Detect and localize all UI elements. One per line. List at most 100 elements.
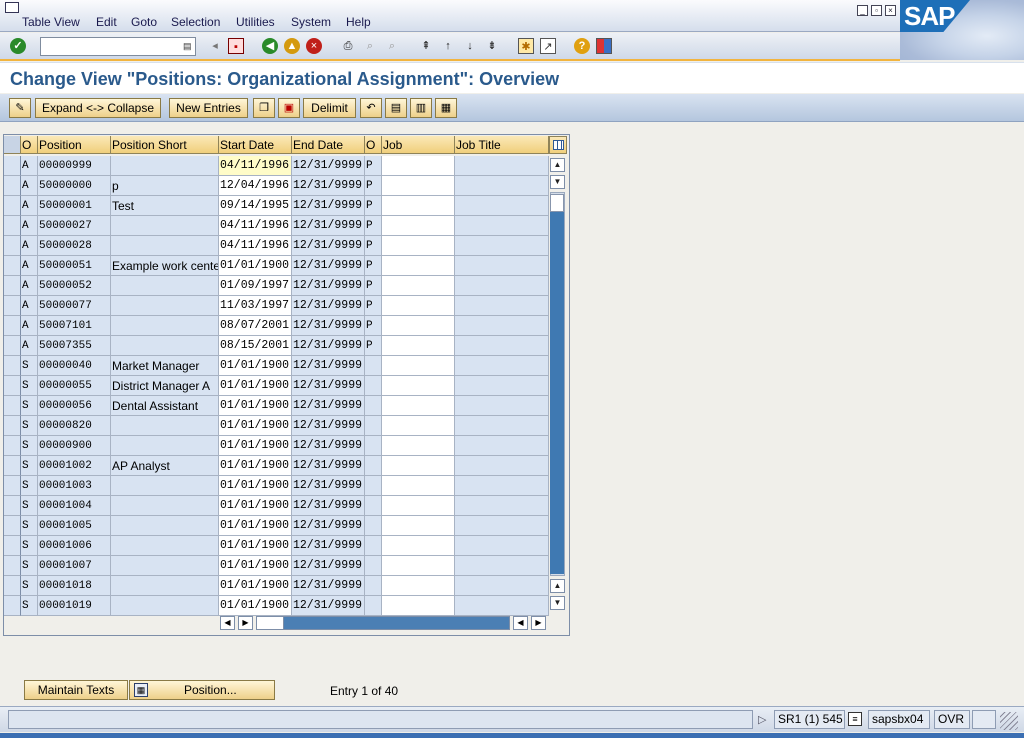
cell-start-date[interactable]: 01/01/1900 [219,456,292,476]
row-selector[interactable] [4,476,21,496]
row-selector[interactable] [4,256,21,276]
header-end-date[interactable]: End Date [292,136,365,154]
menu-goto[interactable]: Goto [131,15,157,29]
cell-start-date[interactable]: 01/01/1900 [219,256,292,276]
cell-job[interactable] [382,236,455,256]
row-selector[interactable] [4,576,21,596]
header-start-date[interactable]: Start Date [219,136,292,154]
cell-job[interactable] [382,496,455,516]
new-entries-button[interactable]: New Entries [169,98,248,118]
cell-start-date[interactable]: 01/01/1900 [219,596,292,616]
page-down-icon[interactable]: ▼ [550,175,565,189]
row-selector[interactable] [4,456,21,476]
shortcut-icon[interactable]: ↗ [540,38,556,54]
cell-start-date[interactable]: 04/11/1996 [219,236,292,256]
cell-start-date[interactable]: 01/01/1900 [219,416,292,436]
cell-start-date[interactable]: 01/01/1900 [219,476,292,496]
cell-job[interactable] [382,316,455,336]
scroll-up-icon[interactable]: ▲ [550,158,565,172]
vertical-scrollbar[interactable]: ▲ ▼ ▲ ▼ [549,156,567,612]
row-selector[interactable] [4,216,21,236]
row-selector[interactable] [4,376,21,396]
cell-start-date[interactable]: 01/01/1900 [219,516,292,536]
close-icon[interactable]: × [885,5,896,16]
header-position-short[interactable]: Position Short [111,136,219,154]
row-selector[interactable] [4,416,21,436]
menu-help[interactable]: Help [346,15,371,29]
insert-mode[interactable]: OVR [934,710,970,729]
minimize-icon[interactable]: _ [857,5,868,16]
cell-start-date[interactable]: 04/11/1996 [219,156,292,176]
cell-job[interactable] [382,576,455,596]
cell-job[interactable] [382,376,455,396]
find-next-icon[interactable]: ⌕ [384,38,400,54]
cell-start-date[interactable]: 01/01/1900 [219,396,292,416]
deselect-all-icon[interactable]: ▦ [435,98,457,118]
command-history-icon[interactable]: ▤ [183,40,193,53]
cell-job[interactable] [382,156,455,176]
row-selector[interactable] [4,276,21,296]
status-expand-icon[interactable]: ▷ [758,713,766,726]
cell-start-date[interactable]: 01/09/1997 [219,276,292,296]
header-job[interactable]: Job [382,136,455,154]
restore-icon[interactable]: ▫ [871,5,882,16]
row-selector[interactable] [4,556,21,576]
cell-start-date[interactable]: 01/01/1900 [219,436,292,456]
next-page-icon[interactable]: ↓ [462,38,478,54]
vertical-scroll-thumb[interactable] [550,194,564,212]
row-selector[interactable] [4,516,21,536]
expand-collapse-button[interactable]: Expand <-> Collapse [35,98,161,118]
command-field[interactable]: ▤ [40,37,196,56]
cell-job[interactable] [382,536,455,556]
cell-job[interactable] [382,176,455,196]
cell-start-date[interactable]: 08/15/2001 [219,336,292,356]
cell-start-date[interactable]: 11/03/1997 [219,296,292,316]
first-page-icon[interactable]: ⇞ [418,38,434,54]
row-selector[interactable] [4,436,21,456]
cell-job[interactable] [382,356,455,376]
resize-grip-icon[interactable] [1000,712,1018,730]
undo-change-icon[interactable]: ↶ [360,98,382,118]
row-selector[interactable] [4,536,21,556]
cell-job[interactable] [382,216,455,236]
row-selector[interactable] [4,596,21,616]
menu-selection[interactable]: Selection [171,15,220,29]
find-icon[interactable]: ⌕ [362,38,378,54]
menu-edit[interactable]: Edit [96,15,117,29]
customize-layout-icon[interactable] [596,38,612,54]
status-message-area[interactable] [8,710,753,729]
horizontal-scroll-track[interactable] [256,616,510,630]
cell-job[interactable] [382,436,455,456]
row-selector[interactable] [4,156,21,176]
cell-job[interactable] [382,516,455,536]
help-icon[interactable]: ? [574,38,590,54]
cell-start-date[interactable]: 01/01/1900 [219,496,292,516]
horizontal-scroll-thumb[interactable] [257,617,284,629]
cell-start-date[interactable]: 01/01/1900 [219,356,292,376]
column-configuration-icon[interactable] [549,136,567,154]
cell-job[interactable] [382,336,455,356]
row-selector[interactable] [4,196,21,216]
row-selector[interactable] [4,356,21,376]
cell-job[interactable] [382,416,455,436]
cancel-icon[interactable]: × [306,38,322,54]
row-selector[interactable] [4,176,21,196]
exit-icon[interactable]: ▲ [284,38,300,54]
last-page-icon[interactable]: ⇟ [484,38,500,54]
cell-start-date[interactable]: 01/01/1900 [219,576,292,596]
menu-system[interactable]: System [291,15,331,29]
cell-start-date[interactable]: 01/01/1900 [219,556,292,576]
row-selector[interactable] [4,316,21,336]
copy-icon[interactable]: ❐ [253,98,275,118]
display-change-icon[interactable]: ✎ [9,98,31,118]
header-job-title[interactable]: Job Title [455,136,549,154]
maintain-texts-button[interactable]: Maintain Texts [24,680,128,700]
save-icon[interactable]: ▪ [228,38,244,54]
row-selector[interactable] [4,296,21,316]
print-icon[interactable]: ⎙ [340,38,356,54]
cell-job[interactable] [382,596,455,616]
cell-job[interactable] [382,476,455,496]
cell-job[interactable] [382,276,455,296]
cell-job[interactable] [382,296,455,316]
cell-job[interactable] [382,556,455,576]
